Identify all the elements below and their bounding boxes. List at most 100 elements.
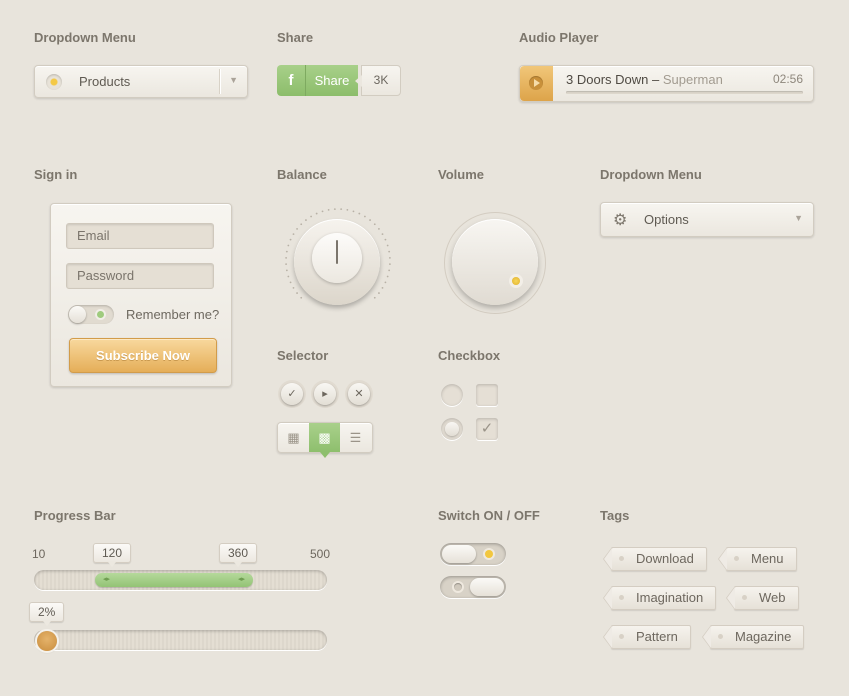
progress-slider-handle[interactable]: [37, 631, 57, 651]
balance-tick: [296, 228, 298, 230]
chevron-down-icon[interactable]: ▼: [229, 75, 238, 85]
tag-label: Magazine: [735, 629, 792, 644]
range-slider-fill[interactable]: ◂▸ ◂▸: [95, 573, 253, 587]
close-icon[interactable]: ✕: [348, 383, 370, 405]
sign-in-panel: Remember me? Subscribe Now: [50, 203, 232, 387]
radio-checked[interactable]: [441, 418, 463, 440]
tag-hole-icon: [718, 634, 723, 639]
percent-bubble: 2%: [29, 602, 65, 626]
selector-title: Selector: [277, 348, 329, 363]
balance-tick: [346, 208, 349, 211]
audio-progress-track[interactable]: [566, 91, 803, 94]
range-slider-track[interactable]: ◂▸ ◂▸: [34, 570, 327, 590]
balance-tick: [287, 244, 290, 247]
volume-indicator-dot: [512, 277, 520, 285]
range-high-handle-icon[interactable]: ◂▸: [238, 575, 245, 583]
tag-imagination[interactable]: Imagination: [602, 586, 717, 610]
balance-indicator: [336, 240, 338, 264]
share-count: 3K: [355, 65, 401, 96]
small-grid-icon[interactable]: ▦: [278, 423, 309, 452]
facebook-icon[interactable]: f: [277, 65, 305, 96]
balance-tick: [285, 250, 288, 253]
email-field[interactable]: [66, 223, 214, 249]
large-grid-icon[interactable]: ▩: [309, 423, 340, 458]
balance-tick: [300, 223, 303, 226]
balance-tick: [373, 296, 376, 299]
balance-tick: [381, 233, 384, 235]
balance-tick: [358, 212, 361, 215]
switch-off-led-icon: [454, 583, 462, 591]
dropdown-menu-2-title: Dropdown Menu: [600, 167, 702, 182]
balance-tick: [384, 281, 387, 284]
volume-knob[interactable]: [452, 219, 538, 305]
tag-magazine[interactable]: Magazine: [701, 625, 805, 649]
remember-label: Remember me?: [126, 307, 220, 322]
tag-menu[interactable]: Menu: [718, 547, 797, 571]
tag-label: Pattern: [636, 629, 678, 644]
tag-hole-icon: [734, 556, 739, 561]
list-view-icon[interactable]: ☰: [340, 423, 371, 452]
status-dot-icon: [46, 74, 62, 90]
tag-pattern[interactable]: Pattern: [603, 625, 691, 649]
switch-on[interactable]: [440, 543, 506, 565]
tag-download[interactable]: Download: [603, 547, 707, 571]
share-widget: f Share 3K: [277, 65, 401, 96]
tag-label: Download: [636, 551, 694, 566]
tag-hole-icon: [619, 556, 624, 561]
balance-tick: [287, 275, 290, 278]
range-min: 10: [32, 547, 46, 561]
range-max: 500: [310, 547, 331, 561]
balance-tick: [327, 208, 330, 211]
balance-tick: [300, 296, 303, 299]
balance-tick: [389, 256, 391, 259]
options-dropdown[interactable]: ⚙ Options ▼: [600, 202, 814, 237]
products-dropdown[interactable]: Products ▼: [34, 65, 248, 98]
audio-player-title: Audio Player: [519, 30, 599, 45]
balance-tick: [296, 292, 298, 294]
tags-title: Tags: [600, 508, 630, 523]
remember-toggle[interactable]: [68, 305, 114, 324]
checkbox-unchecked[interactable]: [476, 384, 498, 406]
track-separator: –: [648, 72, 663, 87]
balance-tick: [386, 244, 389, 247]
checkbox-checked[interactable]: ✓: [476, 418, 498, 440]
switch-handle[interactable]: [470, 578, 504, 596]
balance-tick: [340, 208, 343, 210]
balance-title: Balance: [277, 167, 327, 182]
balance-tick: [310, 215, 312, 218]
balance-tick: [285, 269, 288, 272]
checkbox-title: Checkbox: [438, 348, 501, 363]
tag-hole-icon: [742, 595, 747, 600]
balance-tick: [364, 215, 366, 218]
audio-player: 3 Doors Down – Superman 02:56: [519, 65, 814, 102]
password-field[interactable]: [66, 263, 214, 289]
dropdown-divider: [219, 69, 220, 94]
track-artist: 3 Doors Down: [566, 72, 649, 87]
share-title: Share: [277, 30, 314, 45]
switch-title: Switch ON / OFF: [438, 508, 540, 523]
balance-tick: [378, 292, 380, 294]
range-low-handle-icon[interactable]: ◂▸: [103, 575, 110, 583]
subscribe-button[interactable]: Subscribe Now: [69, 338, 217, 373]
range-low-bubble: 120: [93, 543, 132, 567]
switch-handle[interactable]: [442, 545, 476, 563]
tag-label: Imagination: [636, 590, 704, 605]
radio-unchecked[interactable]: [441, 384, 463, 406]
range-high-bubble: 360: [219, 543, 258, 567]
balance-tick: [321, 210, 324, 213]
balance-tick: [388, 250, 391, 253]
progress-slider-track[interactable]: [34, 630, 327, 650]
check-icon[interactable]: ✓: [281, 383, 303, 405]
share-button[interactable]: Share: [305, 65, 358, 96]
play-button[interactable]: [520, 66, 553, 101]
balance-tick: [289, 281, 292, 284]
switch-off[interactable]: [440, 576, 506, 598]
tag-web[interactable]: Web: [726, 586, 799, 610]
balance-tick: [315, 212, 318, 215]
play-icon[interactable]: ▸: [314, 383, 336, 405]
track-title: Superman: [662, 72, 723, 87]
balance-tick: [378, 228, 380, 230]
balance-tick: [373, 223, 376, 226]
chevron-down-icon[interactable]: ▼: [794, 213, 803, 223]
gear-icon: ⚙: [613, 212, 628, 229]
